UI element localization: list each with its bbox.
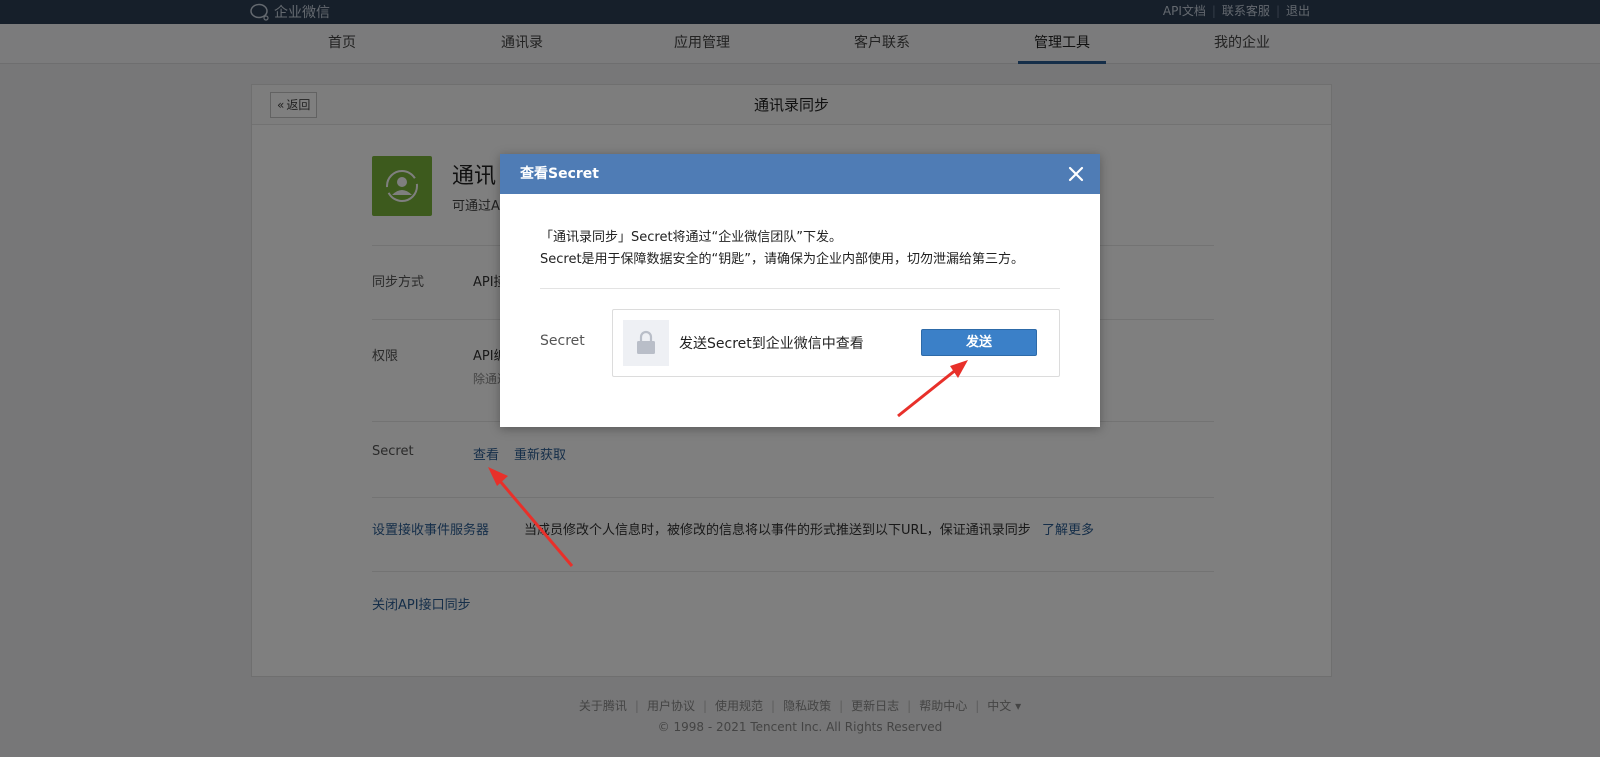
lock-icon (637, 330, 655, 354)
dialog-title: 查看Secret (520, 166, 599, 182)
lock-icon-wrap (623, 320, 669, 366)
secret-label: Secret (540, 333, 585, 349)
dialog-header: 查看Secret (500, 154, 1100, 194)
view-secret-dialog: 查看Secret 「通讯录同步」Secret将通过“企业微信团队”下发。 Sec… (500, 154, 1100, 427)
send-button[interactable]: 发送 (921, 329, 1037, 356)
send-secret-text: 发送Secret到企业微信中查看 (679, 336, 864, 352)
dialog-line-1: 「通讯录同步」Secret将通过“企业微信团队”下发。 (540, 230, 843, 245)
secret-send-box: 发送Secret到企业微信中查看 发送 (612, 309, 1060, 377)
dialog-line-2: Secret是用于保障数据安全的“钥匙”，请确保为企业内部使用，切勿泄漏给第三方… (540, 252, 1025, 267)
dialog-divider (540, 288, 1060, 289)
close-icon[interactable] (1066, 164, 1086, 184)
